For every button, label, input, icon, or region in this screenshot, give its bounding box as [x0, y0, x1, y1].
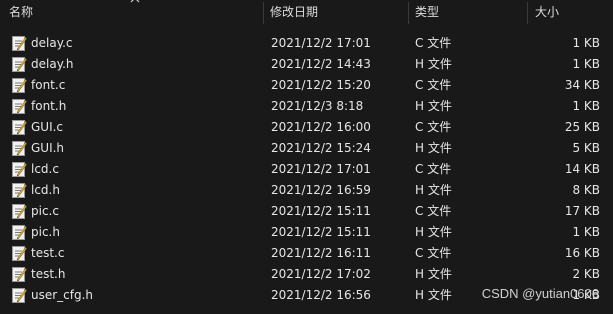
file-size: 2 KB — [572, 267, 600, 281]
file-type: C 文件 — [415, 36, 452, 50]
file-name: test.c — [31, 246, 65, 260]
file-type: H 文件 — [415, 99, 452, 113]
file-row[interactable]: delay.h 2021/12/2 14:43 H 文件 1 KB — [0, 54, 613, 75]
text-file-icon — [12, 120, 27, 135]
file-modified-date: 2021/12/2 16:11 — [271, 246, 371, 260]
file-row[interactable]: font.c 2021/12/2 15:20 C 文件 34 KB — [0, 75, 613, 96]
file-name: GUI.h — [31, 141, 65, 155]
file-type: H 文件 — [415, 267, 452, 281]
text-file-icon — [12, 204, 27, 219]
column-header-name[interactable]: 名称 — [9, 0, 33, 24]
file-modified-date: 2021/12/2 15:11 — [271, 204, 371, 218]
file-type: H 文件 — [415, 141, 452, 155]
column-separator[interactable] — [408, 2, 409, 24]
watermark-text: CSDN @yutian0606 — [481, 286, 599, 301]
file-type: C 文件 — [415, 246, 452, 260]
file-modified-date: 2021/12/2 15:11 — [271, 225, 371, 239]
column-separator[interactable] — [263, 2, 264, 24]
file-type: H 文件 — [415, 57, 452, 71]
file-name: lcd.h — [31, 183, 60, 197]
file-size: 34 KB — [564, 78, 600, 92]
column-header-bar: 名称 修改日期 类型 大小 — [0, 0, 613, 24]
file-row[interactable]: GUI.c 2021/12/2 16:00 C 文件 25 KB — [0, 117, 613, 138]
file-size: 16 KB — [564, 246, 600, 260]
file-modified-date: 2021/12/2 17:01 — [271, 36, 371, 50]
file-size: 1 KB — [572, 225, 600, 239]
file-name: GUI.c — [31, 120, 64, 134]
file-name: pic.h — [31, 225, 60, 239]
file-row[interactable]: font.h 2021/12/3 8:18 H 文件 1 KB — [0, 96, 613, 117]
file-type: H 文件 — [415, 288, 452, 302]
text-file-icon — [12, 78, 27, 93]
file-size: 17 KB — [564, 204, 600, 218]
file-type: C 文件 — [415, 162, 452, 176]
file-list: delay.c 2021/12/2 17:01 C 文件 1 KB delay.… — [0, 33, 613, 306]
file-name: user_cfg.h — [31, 288, 94, 302]
text-file-icon — [12, 183, 27, 198]
file-size: 8 KB — [572, 183, 600, 197]
text-file-icon — [12, 57, 27, 72]
file-row[interactable]: lcd.h 2021/12/2 16:59 H 文件 8 KB — [0, 180, 613, 201]
file-row[interactable]: pic.h 2021/12/2 15:11 H 文件 1 KB — [0, 222, 613, 243]
file-modified-date: 2021/12/2 17:02 — [271, 267, 371, 281]
file-modified-date: 2021/12/2 15:20 — [271, 78, 371, 92]
file-row[interactable]: pic.c 2021/12/2 15:11 C 文件 17 KB — [0, 201, 613, 222]
column-header-type[interactable]: 类型 — [415, 0, 439, 24]
column-header-date[interactable]: 修改日期 — [270, 0, 318, 24]
file-modified-date: 2021/12/2 16:00 — [271, 120, 371, 134]
file-row[interactable]: test.h 2021/12/2 17:02 H 文件 2 KB — [0, 264, 613, 285]
text-file-icon — [12, 288, 27, 303]
file-type: C 文件 — [415, 120, 452, 134]
file-name: delay.c — [31, 36, 73, 50]
file-name: font.c — [31, 78, 66, 92]
file-type: C 文件 — [415, 204, 452, 218]
file-modified-date: 2021/12/2 16:59 — [271, 183, 371, 197]
file-size: 14 KB — [564, 162, 600, 176]
file-size: 5 KB — [572, 141, 600, 155]
file-row[interactable]: delay.c 2021/12/2 17:01 C 文件 1 KB — [0, 33, 613, 54]
file-name: test.h — [31, 267, 66, 281]
text-file-icon — [12, 36, 27, 51]
text-file-icon — [12, 141, 27, 156]
file-type: H 文件 — [415, 183, 452, 197]
file-modified-date: 2021/12/2 16:56 — [271, 288, 371, 302]
text-file-icon — [12, 99, 27, 114]
file-name: pic.c — [31, 204, 59, 218]
file-modified-date: 2021/12/2 15:24 — [271, 141, 371, 155]
file-size: 1 KB — [572, 57, 600, 71]
file-modified-date: 2021/12/2 17:01 — [271, 162, 371, 176]
file-row[interactable]: GUI.h 2021/12/2 15:24 H 文件 5 KB — [0, 138, 613, 159]
file-name: lcd.c — [31, 162, 59, 176]
file-size: 25 KB — [564, 120, 600, 134]
file-name: font.h — [31, 99, 67, 113]
file-modified-date: 2021/12/3 8:18 — [271, 99, 364, 113]
file-row[interactable]: test.c 2021/12/2 16:11 C 文件 16 KB — [0, 243, 613, 264]
text-file-icon — [12, 162, 27, 177]
file-type: C 文件 — [415, 78, 452, 92]
file-size: 1 KB — [572, 99, 600, 113]
text-file-icon — [12, 267, 27, 282]
text-file-icon — [12, 246, 27, 261]
file-size: 1 KB — [572, 36, 600, 50]
sort-up-icon[interactable] — [130, 0, 140, 4]
file-modified-date: 2021/12/2 14:43 — [271, 57, 371, 71]
file-type: H 文件 — [415, 225, 452, 239]
file-row[interactable]: lcd.c 2021/12/2 17:01 C 文件 14 KB — [0, 159, 613, 180]
file-name: delay.h — [31, 57, 74, 71]
text-file-icon — [12, 225, 27, 240]
column-header-size[interactable]: 大小 — [535, 0, 559, 24]
column-separator[interactable] — [527, 2, 528, 24]
